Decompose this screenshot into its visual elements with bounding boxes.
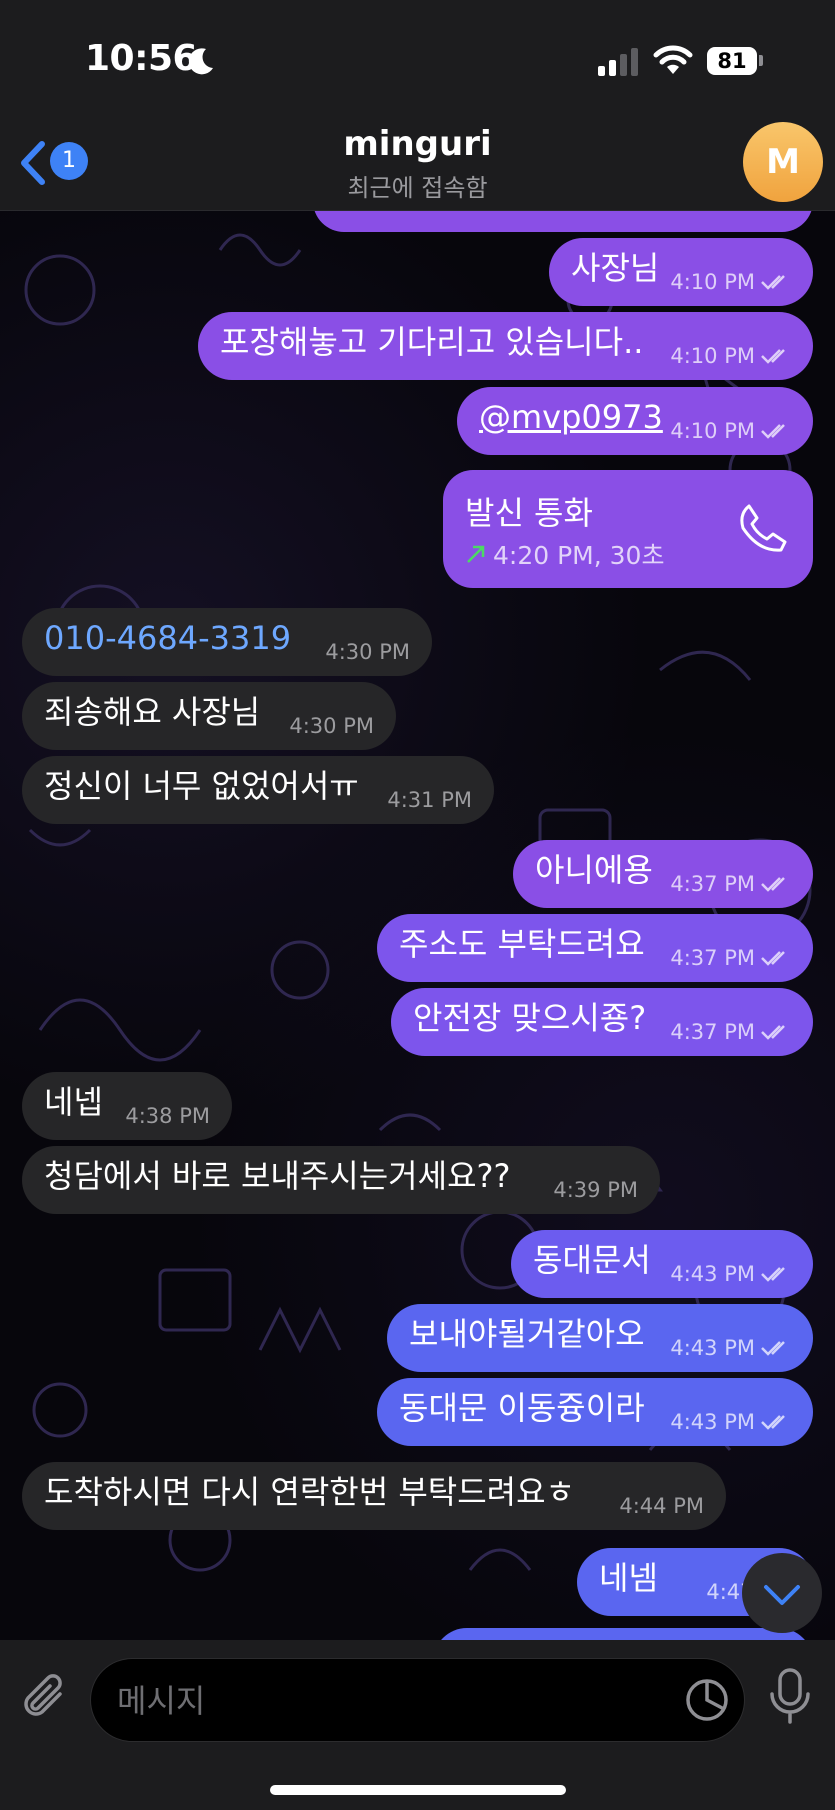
message-time: 4:43 PM (670, 1410, 755, 1434)
message-time: 4:30 PM (325, 640, 410, 664)
incoming-message[interactable]: 죄송해요 사장님 4:30 PM (22, 682, 396, 750)
double-check-icon (761, 1267, 785, 1282)
message-time: 4:44 PM (619, 1494, 704, 1518)
message-text: 도착하시면 다시 연락한번 부탁드려요ㅎ (44, 1473, 575, 1511)
sticker-icon[interactable] (684, 1677, 730, 1723)
phone-icon[interactable] (735, 500, 791, 556)
message-text: 죄송해요 사장님 (44, 693, 261, 731)
double-check-icon (761, 951, 785, 966)
message-time: 4:43 PM (670, 1262, 755, 1286)
incoming-message[interactable]: 010-4684-3319 4:30 PM (22, 608, 432, 676)
outgoing-call-bubble[interactable]: 발신 통화 4:20 PM, 30초 (443, 470, 813, 588)
moon-icon (188, 48, 213, 75)
message-time: 4:31 PM (387, 788, 472, 812)
message-time: 4:37 PM (670, 872, 755, 896)
chat-area[interactable]: 사장님 4:10 PM 포장해놓고 기다리고 있습니다.. 4:10 PM @m… (0, 210, 835, 1640)
double-check-icon (761, 349, 785, 364)
outgoing-message[interactable]: 아니에용 4:37 PM (513, 840, 813, 908)
outgoing-message[interactable]: 안전장 맞으시죵? 4:37 PM (391, 988, 813, 1056)
top-bar: 10:56 81 1 minguri 최근에 접속함 M (0, 0, 835, 211)
message-time: 4:10 PM (670, 344, 755, 368)
incoming-message[interactable]: 네넵 4:38 PM (22, 1072, 232, 1140)
message-bubble-partial (433, 1628, 813, 1640)
message-bubble-partial (313, 210, 813, 232)
outgoing-message[interactable]: 동대문서 4:43 PM (511, 1230, 813, 1298)
call-title: 발신 통화 (465, 494, 593, 532)
message-text: 네넵 (44, 1083, 103, 1121)
cellular-signal-icon (598, 48, 638, 76)
double-check-icon (761, 1341, 785, 1356)
message-text: 주소도 부탁드려요 (399, 925, 645, 963)
scroll-to-bottom-button[interactable] (742, 1553, 822, 1633)
outgoing-message[interactable]: 동대문 이동즁이라 4:43 PM (377, 1378, 813, 1446)
chat-title[interactable]: minguri (0, 124, 835, 164)
mention-link[interactable]: @mvp0973 (479, 397, 663, 437)
double-check-icon (761, 424, 785, 439)
outgoing-message[interactable]: 주소도 부탁드려요 4:37 PM (377, 914, 813, 982)
message-time: 4:10 PM (670, 270, 755, 294)
chevron-down-icon (764, 1585, 800, 1605)
phone-number-link[interactable]: 010-4684-3319 (44, 618, 291, 658)
message-time: 4:38 PM (125, 1104, 210, 1128)
incoming-message[interactable]: 청담에서 바로 보내주시는거세요?? 4:39 PM (22, 1146, 660, 1214)
double-check-icon (761, 1025, 785, 1040)
outgoing-message[interactable]: 사장님 4:10 PM (549, 238, 813, 306)
outgoing-arrow-icon (467, 545, 485, 563)
battery-cap (759, 55, 763, 66)
paperclip-icon[interactable] (22, 1674, 70, 1722)
message-text: 네넴 (599, 1559, 658, 1597)
outgoing-message[interactable]: 포장해놓고 기다리고 있습니다.. 4:10 PM (198, 312, 813, 380)
message-text: 동대문서 (533, 1241, 651, 1279)
home-indicator (270, 1785, 566, 1795)
message-time: 4:43 PM (670, 1336, 755, 1360)
message-input[interactable] (115, 1659, 679, 1743)
message-text: 사장님 (571, 249, 660, 287)
chat-status: 최근에 접속함 (347, 174, 488, 202)
incoming-message[interactable]: 도착하시면 다시 연락한번 부탁드려요ㅎ 4:44 PM (22, 1462, 726, 1530)
avatar[interactable]: M (743, 122, 823, 202)
message-time: 4:30 PM (289, 714, 374, 738)
message-time: 4:39 PM (553, 1178, 638, 1202)
message-text: 포장해놓고 기다리고 있습니다.. (220, 323, 644, 361)
status-time: 10:56 (85, 38, 198, 79)
message-time: 4:37 PM (670, 946, 755, 970)
message-time: 4:10 PM (670, 419, 755, 443)
incoming-message[interactable]: 정신이 너무 없었어서ㅠ 4:31 PM (22, 756, 494, 824)
battery-indicator: 81 (707, 47, 757, 75)
message-text: 보내야될거같아오 (409, 1315, 645, 1353)
message-text: 정신이 너무 없었어서ㅠ (44, 767, 359, 805)
double-check-icon (761, 877, 785, 892)
outgoing-message[interactable]: 보내야될거같아오 4:43 PM (387, 1304, 813, 1372)
message-text: 청담에서 바로 보내주시는거세요?? (44, 1157, 511, 1195)
double-check-icon (761, 275, 785, 290)
double-check-icon (761, 1415, 785, 1430)
message-field[interactable] (90, 1658, 745, 1743)
outgoing-message[interactable]: @mvp0973 4:10 PM (457, 387, 813, 455)
wifi-icon (653, 45, 693, 74)
message-text: 안전장 맞으시죵? (413, 999, 647, 1037)
message-text: 아니에용 (535, 851, 653, 889)
message-time: 4:37 PM (670, 1020, 755, 1044)
message-text: 동대문 이동즁이라 (399, 1389, 645, 1427)
microphone-icon[interactable] (768, 1666, 812, 1726)
call-detail: 4:20 PM, 30초 (493, 541, 665, 570)
